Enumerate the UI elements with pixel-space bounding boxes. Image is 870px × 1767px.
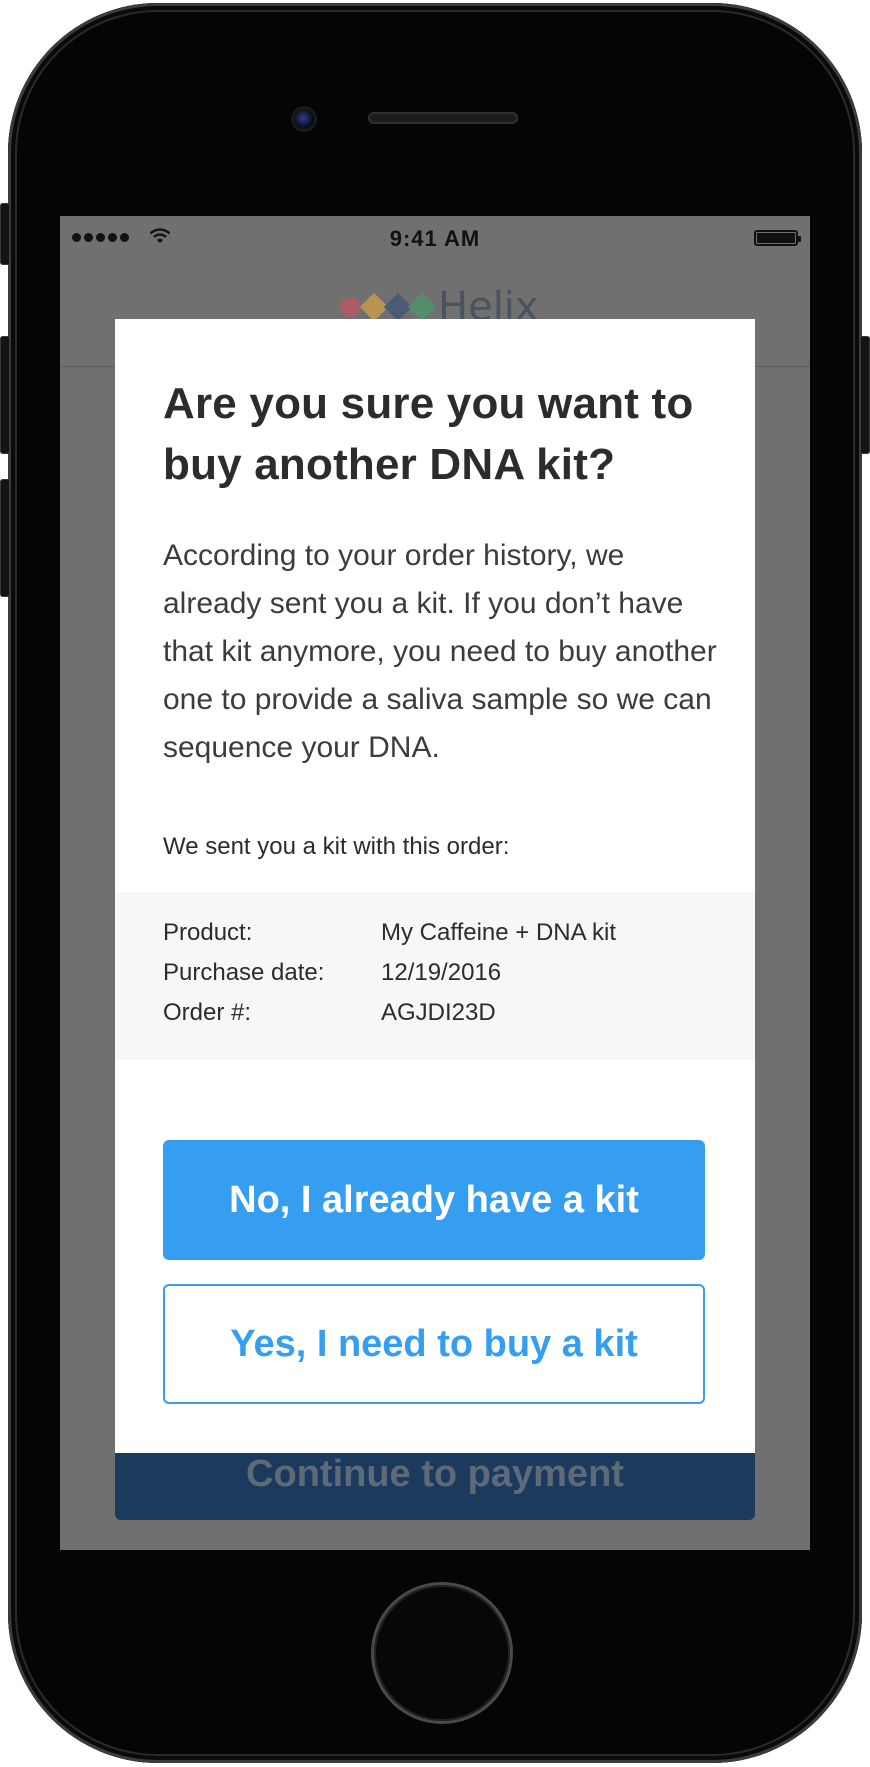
- volume-down-button: [0, 479, 10, 597]
- order-label: Purchase date:: [163, 959, 325, 986]
- order-intro: We sent you a kit with this order:: [163, 833, 510, 860]
- power-button: [860, 336, 870, 454]
- mute-switch: [0, 203, 10, 265]
- confirm-dialog: Are you sure you want to buy another DNA…: [115, 319, 755, 1453]
- status-bar: 9:41 AM: [60, 216, 810, 256]
- order-value: 12/19/2016: [381, 959, 502, 986]
- order-label: Product:: [163, 919, 253, 946]
- helix-logo-icon: [340, 292, 437, 322]
- battery-icon: [754, 230, 801, 246]
- order-value: My Caffeine + DNA kit: [381, 919, 616, 946]
- buy-kit-button[interactable]: Yes, I need to buy a kit: [163, 1284, 705, 1404]
- order-value: AGJDI23D: [381, 999, 496, 1026]
- already-have-kit-button[interactable]: No, I already have a kit: [163, 1140, 705, 1260]
- earpiece-speaker: [368, 112, 518, 124]
- dialog-title: Are you sure you want to buy another DNA…: [163, 379, 694, 489]
- home-button[interactable]: [374, 1585, 510, 1721]
- order-label: Order #:: [163, 999, 252, 1026]
- volume-up-button: [0, 336, 10, 454]
- order-details: Product: My Caffeine + DNA kit Purchase …: [115, 892, 755, 1060]
- front-camera: [294, 109, 314, 129]
- screen: 9:41 AM Helix Continue to payment Are yo…: [60, 216, 810, 1550]
- dialog-message: According to your order history, we alre…: [163, 539, 717, 764]
- status-time: 9:41 AM: [389, 226, 481, 251]
